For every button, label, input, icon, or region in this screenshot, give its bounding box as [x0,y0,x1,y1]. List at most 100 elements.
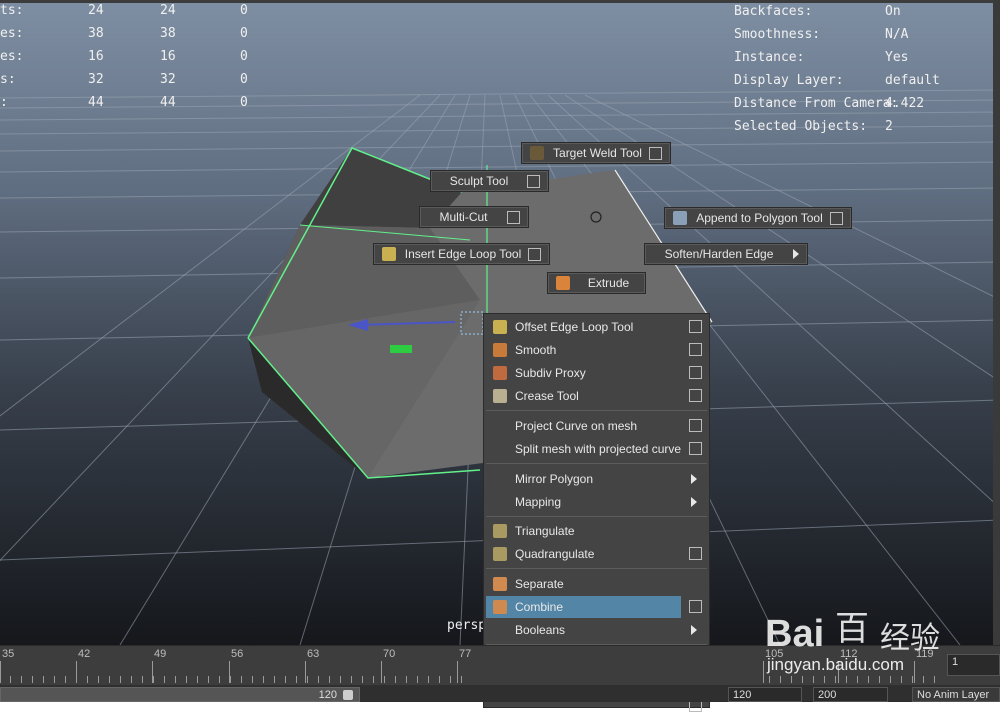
hud-left-cell: 0 [240,3,248,18]
timeline-minor-tick [428,676,429,683]
range-slider[interactable]: 120 [0,687,360,702]
hud-left-cell: 32 [88,72,104,87]
timeline-minor-tick [54,676,55,683]
menu-item-separate[interactable]: Separate [486,573,707,595]
hud-right-label: Instance: [734,50,805,65]
menu-item-triangulate[interactable]: Triangulate [486,520,707,542]
anim-layer-dropdown[interactable]: No Anim Layer [912,687,1000,702]
hud-right-value: default [885,73,940,88]
menu-item-booleans[interactable]: Booleans [486,619,707,641]
timeline-minor-tick [351,676,352,683]
timeline-minor-tick [450,676,451,683]
current-frame-field[interactable]: 1 [947,654,1000,676]
timeline-tick-label: 56 [231,648,244,660]
timeline-minor-tick [274,676,275,683]
timeline-tick-label: 70 [383,648,396,660]
option-box[interactable] [689,320,702,333]
timeline-minor-tick [219,676,220,683]
option-box[interactable] [527,174,540,188]
option-box[interactable] [689,366,702,379]
timeline-tick [457,661,458,683]
extrude-icon [556,276,570,290]
menu-separator [486,516,707,517]
mm-multi-cut[interactable]: Multi-Cut [419,206,529,228]
timeline-minor-tick [329,676,330,683]
hud-left-cell: 24 [88,3,104,18]
menu-item-project-curve-on-mesh[interactable]: Project Curve on mesh [486,415,707,437]
menu-item-mapping[interactable]: Mapping [486,491,707,513]
option-box[interactable] [689,600,702,613]
timeline-minor-tick [406,676,407,683]
triangulate-icon [493,524,507,538]
mm-soften-harden-edge[interactable]: Soften/Harden Edge [644,243,808,265]
hud-right-label: Display Layer: [734,73,844,88]
timeline-minor-tick [153,676,154,683]
mm-sculpt-tool[interactable]: Sculpt Tool [430,170,549,192]
mm-append-to-polygon-tool[interactable]: Append to Polygon Tool [664,207,852,229]
hud-left-cell: 0 [240,72,248,87]
range-handle[interactable] [343,690,353,700]
timeline-minor-tick [384,676,385,683]
menu-item-label: Combine [515,600,564,614]
timeline-minor-tick [461,676,462,683]
mm-target-weld-tool[interactable]: Target Weld Tool [521,142,671,164]
timeline-tick [381,661,382,683]
smooth-icon [493,343,507,357]
option-box[interactable] [689,389,702,402]
timeline-minor-tick [186,676,187,683]
quadrangulate-icon [493,547,507,561]
timeline-minor-tick [362,676,363,683]
menu-item-mirror-polygon[interactable]: Mirror Polygon [486,468,707,490]
hud-left-cell: 0 [240,49,248,64]
option-box[interactable] [689,419,702,432]
timeline-minor-tick [197,676,198,683]
timeline-minor-tick [120,676,121,683]
option-box[interactable] [507,210,520,224]
menu-item-label: Offset Edge Loop Tool [515,320,634,334]
option-box[interactable] [689,343,702,356]
hud-right-label: Distance From Camera: [734,96,899,111]
option-box[interactable] [689,547,702,560]
menu-item-smooth[interactable]: Smooth [486,339,707,361]
timeline-minor-tick [439,676,440,683]
hud-left-cell: 32 [160,72,176,87]
timeline-tick-label: 77 [459,648,472,660]
timeline-minor-tick [109,676,110,683]
timeline-minor-tick [10,676,11,683]
timeline-minor-tick [32,676,33,683]
hud-right-value: Yes [885,50,909,65]
menu-item-combine[interactable]: Combine [486,596,702,618]
timeline-tick-label: 63 [307,648,320,660]
playback-start-field[interactable]: 120 [728,687,802,702]
hud-left-cell: 38 [160,26,176,41]
timeline-tick [305,661,306,683]
hud-left-cell: ts: [0,3,24,18]
timeline-minor-tick [208,676,209,683]
menu-item-quadrangulate[interactable]: Quadrangulate [486,543,707,565]
option-box[interactable] [830,211,843,225]
option-box[interactable] [649,146,662,160]
menu-item-offset-edge-loop-tool[interactable]: Offset Edge Loop Tool [486,316,707,338]
menu-item-label: Separate [515,577,564,591]
menu-item-label: Subdiv Proxy [515,366,586,380]
timeline-minor-tick [21,676,22,683]
menu-item-label: Smooth [515,343,557,357]
mm-extrude[interactable]: Extrude [547,272,646,294]
hud-right-label: Backfaces: [734,4,813,19]
toolbar-strip [0,0,1000,3]
menu-item-split-mesh-with-projected-curve[interactable]: Split mesh with projected curve [486,438,707,460]
menu-item-crease-tool[interactable]: Crease Tool [486,385,707,407]
menu-item-subdiv-proxy[interactable]: Subdiv Proxy [486,362,707,384]
viewport-side-panel[interactable] [993,0,1000,645]
subdiv-proxy-icon [493,366,507,380]
hud-right-value: On [885,4,901,19]
submenu-arrow-icon [691,474,697,484]
hud-right-label: Selected Objects: [734,119,868,134]
hud-left-cell: es: [0,49,24,64]
mm-insert-edge-loop-tool[interactable]: Insert Edge Loop Tool [373,243,550,265]
timeline-minor-tick [340,676,341,683]
hud-left-cell: es: [0,26,24,41]
option-box[interactable] [689,442,702,455]
playback-end-field[interactable]: 200 [813,687,888,702]
option-box[interactable] [528,247,541,261]
